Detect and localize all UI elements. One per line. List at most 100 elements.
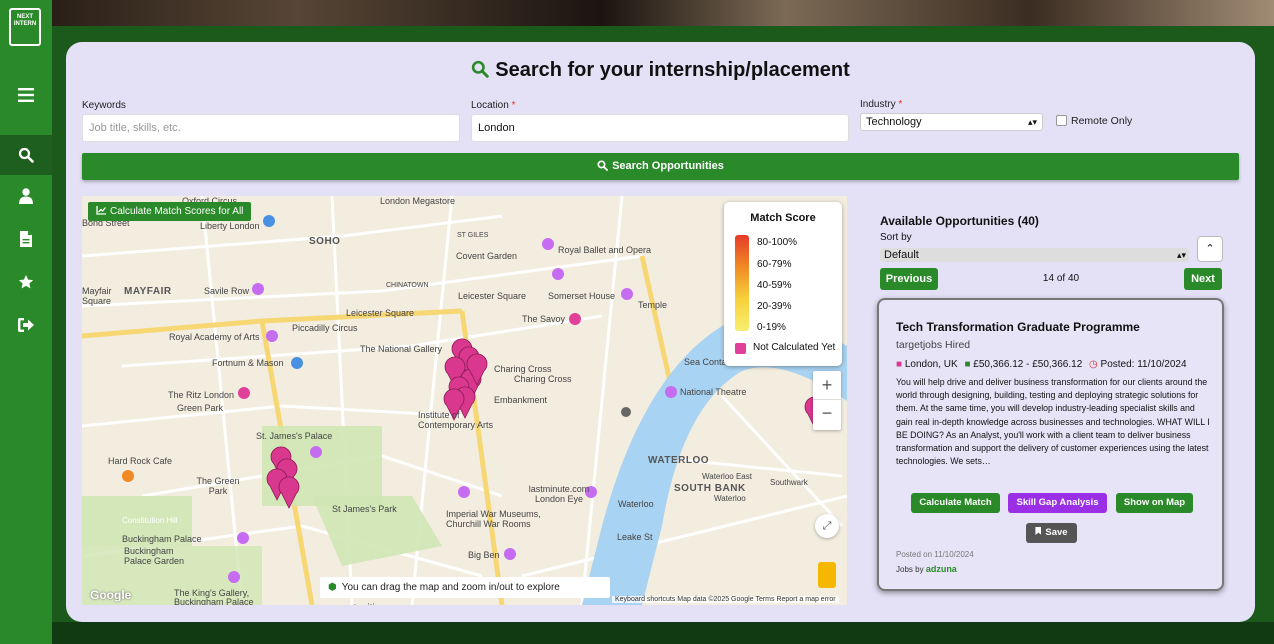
- map-label: Mayfair Square: [82, 286, 112, 306]
- map-label: Royal Ballet and Opera: [558, 245, 652, 255]
- map-label: ST GILES: [457, 232, 489, 239]
- job-salary: £50,366.12 - £50,366.12: [973, 359, 1083, 370]
- map-label: Temple: [638, 300, 668, 310]
- adzuna-logo[interactable]: adzuna: [926, 564, 957, 574]
- map-label: WATERLOO: [648, 455, 710, 466]
- map-label: Covent Garden: [456, 251, 518, 261]
- map-label: The National Gallery: [360, 344, 443, 354]
- map-label: St. James's Palace: [256, 431, 333, 441]
- map-poi: [238, 387, 250, 399]
- map-label: London Megastore: [380, 196, 456, 206]
- industry-value: Technology: [866, 116, 922, 128]
- legend-not-calculated: Not Calculated Yet: [753, 342, 836, 353]
- scroll-up-button[interactable]: ⌃: [1197, 236, 1223, 262]
- keywords-label: Keywords: [82, 100, 126, 111]
- user-icon: [19, 188, 33, 204]
- menu-icon: [18, 88, 34, 102]
- job-posted: Posted: 11/10/2024: [1100, 359, 1187, 370]
- next-button[interactable]: Next: [1184, 268, 1222, 290]
- industry-select[interactable]: Technology ▴▾: [860, 113, 1043, 131]
- job-location: London, UK: [904, 359, 958, 370]
- map-label: The Ritz London: [168, 390, 235, 400]
- street-view-pegman-icon[interactable]: [818, 562, 836, 588]
- map-poi: [621, 407, 631, 417]
- search-button-label: Search Opportunities: [612, 160, 724, 172]
- location-input[interactable]: London: [471, 114, 849, 142]
- show-on-map-button[interactable]: Show on Map: [1116, 493, 1193, 513]
- keywords-input[interactable]: [82, 114, 460, 142]
- bookmark-icon: [1035, 527, 1042, 535]
- select-arrows-icon: ▴▾: [1176, 250, 1186, 260]
- previous-button[interactable]: Previous: [880, 268, 938, 290]
- job-card: Tech Transformation Graduate Programme t…: [877, 298, 1224, 591]
- zoom-out-button[interactable]: −: [813, 400, 841, 429]
- map-label: Waterloo East: [702, 472, 752, 481]
- map-attribution[interactable]: Keyboard shortcuts Map data ©2025 Google…: [612, 596, 839, 603]
- map-poi: [228, 571, 240, 583]
- page-title: Search for your internship/placement: [66, 59, 1255, 82]
- calculate-match-button[interactable]: Calculate Match: [911, 493, 1000, 513]
- sidebar-item-profile[interactable]: [0, 176, 52, 216]
- sidebar: NEXT INTERN: [0, 0, 52, 644]
- search-icon: [597, 160, 608, 171]
- page-title-text: Search for your internship/placement: [495, 59, 850, 81]
- not-calculated-swatch: [735, 343, 746, 354]
- app-logo[interactable]: NEXT INTERN: [9, 8, 41, 46]
- map-label: Green Park: [177, 403, 224, 413]
- map-label: Leicester Square: [458, 291, 527, 301]
- google-logo: Google: [90, 588, 132, 602]
- map-label: Savile Row: [204, 286, 250, 296]
- search-opportunities-button[interactable]: Search Opportunities: [82, 153, 1239, 180]
- map-label: Leake St: [617, 532, 653, 542]
- legend-gradient: [735, 235, 749, 331]
- map-label: Big Ben: [468, 550, 500, 560]
- select-arrows-icon: ▴▾: [1027, 117, 1037, 127]
- map-label: Fortnum & Mason: [212, 358, 284, 368]
- sidebar-item-logout[interactable]: [0, 305, 52, 345]
- match-score-legend: Match Score 80-100% 60-79% 40-59% 20-39%…: [724, 202, 842, 366]
- map-label: Charing Cross: [514, 374, 572, 384]
- zoom-in-button[interactable]: +: [813, 371, 841, 400]
- map-label: National Theatre: [680, 387, 747, 397]
- star-icon: [18, 275, 34, 289]
- map-poi: [291, 357, 303, 369]
- job-description: You will help drive and deliver business…: [896, 377, 1210, 467]
- sidebar-item-saved[interactable]: [0, 262, 52, 302]
- remote-only-label: Remote Only: [1071, 115, 1133, 127]
- remote-only-checkbox[interactable]: [1056, 115, 1067, 126]
- map-poi: [252, 283, 264, 295]
- save-label: Save: [1045, 527, 1068, 538]
- background-bottom: [52, 622, 1274, 644]
- map-label: St James's Park: [332, 504, 397, 514]
- map-poi: [504, 548, 516, 560]
- jobs-by-label: Jobs by: [896, 565, 924, 574]
- map-label: Royal Academy of Arts: [169, 332, 260, 342]
- map-label: lastminute.com London Eye: [528, 484, 590, 504]
- calculate-all-button[interactable]: Calculate Match Scores for All: [88, 202, 252, 221]
- fullscreen-icon[interactable]: ⤢: [815, 514, 839, 538]
- skill-gap-analysis-button[interactable]: Skill Gap Analysis: [1008, 493, 1107, 513]
- map-label: The King's Gallery, Buckingham Palace: [174, 588, 254, 606]
- menu-button[interactable]: [0, 75, 52, 115]
- sidebar-item-documents[interactable]: [0, 219, 52, 259]
- map-poi: [237, 532, 249, 544]
- map-label: Hard Rock Cafe: [108, 456, 173, 466]
- sort-value: Default: [884, 249, 919, 261]
- save-button[interactable]: Save: [1026, 523, 1077, 543]
- legend-range: 0-19%: [757, 322, 786, 333]
- map-poi: [621, 288, 633, 300]
- document-icon: [20, 231, 32, 247]
- calculate-all-label: Calculate Match Scores for All: [110, 206, 244, 217]
- sort-select[interactable]: Default ▴▾: [880, 248, 1189, 262]
- map-label: Waterloo: [714, 494, 746, 503]
- page-counter: 14 of 40: [1042, 273, 1080, 284]
- map-poi: [266, 330, 278, 342]
- legend-range: 80-100%: [757, 237, 798, 248]
- map-label: Piccadilly Circus: [292, 323, 358, 333]
- map-label: MAYFAIR: [124, 286, 172, 297]
- map-view[interactable]: Oxford Circus London Megastore Liberty L…: [82, 196, 847, 605]
- job-meta: ■ London, UK ■ £50,366.12 - £50,366.12 ◷…: [896, 359, 1187, 370]
- legend-range: 20-39%: [757, 301, 792, 312]
- map-label: Waterloo: [618, 499, 654, 509]
- sidebar-item-search[interactable]: [0, 135, 52, 175]
